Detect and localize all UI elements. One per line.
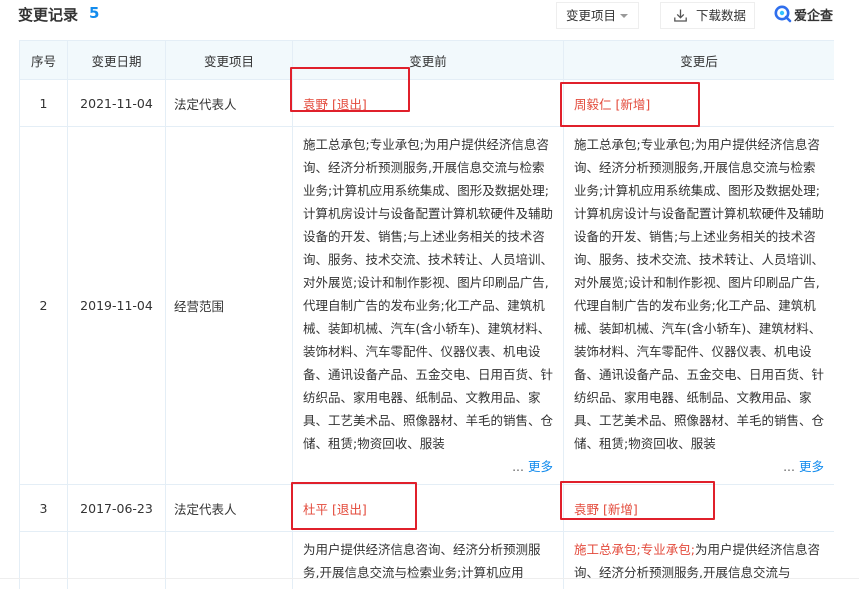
row-before-cell: 施工总承包;专业承包;为用户提供经济信息咨询、经济分析预测服务,开展信息交流与检… bbox=[292, 126, 564, 485]
change-item-filter[interactable]: 变更项目 bbox=[556, 2, 639, 29]
row-index: 2 bbox=[19, 126, 68, 485]
row-date: 2021-11-04 bbox=[67, 79, 166, 127]
download-data-button[interactable]: 下载数据 bbox=[660, 2, 755, 29]
row-date: 2017-06-23 bbox=[67, 484, 166, 532]
table-row: 1 2021-11-04 法定代表人 袁野 [退出] 周毅仁 [新增] bbox=[19, 79, 834, 127]
row-item: 法定代表人 bbox=[165, 79, 293, 127]
divider bbox=[0, 578, 859, 579]
annotation-box bbox=[291, 482, 417, 530]
table-row: 为用户提供经济信息咨询、经济分析预测服务,开展信息交流与检索业务;计算机应用 施… bbox=[19, 531, 834, 589]
row-after-cell: 施工总承包;专业承包;为用户提供经济信息咨询、经济分析预测服务,开展信息交流与 bbox=[563, 531, 834, 589]
row-after-cell: 施工总承包;专业承包;为用户提供经济信息咨询、经济分析预测服务,开展信息交流与检… bbox=[563, 126, 834, 485]
row-item bbox=[165, 531, 293, 589]
row-after-highlight: 施工总承包;专业承包; bbox=[574, 542, 695, 557]
table-row: 2 2019-11-04 经营范围 施工总承包;专业承包;为用户提供经济信息咨询… bbox=[19, 126, 834, 485]
chevron-down-icon bbox=[620, 14, 628, 18]
column-header-index: 序号 bbox=[19, 40, 68, 80]
annotation-box bbox=[560, 82, 700, 127]
row-before: 施工总承包;专业承包;为用户提供经济信息咨询、经济分析预测服务,开展信息交流与检… bbox=[303, 137, 553, 451]
row-index bbox=[19, 531, 68, 589]
more-ellipsis: ... bbox=[783, 459, 795, 474]
column-header-after: 变更后 bbox=[563, 40, 834, 80]
section-title: 变更记录 bbox=[18, 6, 79, 24]
column-header-item: 变更项目 bbox=[165, 40, 293, 80]
table-header-row: 序号 变更日期 变更项目 变更前 变更后 bbox=[19, 40, 834, 80]
row-index: 1 bbox=[19, 79, 68, 127]
brand-logo-icon bbox=[774, 5, 792, 23]
row-after: 施工总承包;专业承包;为用户提供经济信息咨询、经济分析预测服务,开展信息交流与检… bbox=[574, 137, 824, 451]
row-date: 2019-11-04 bbox=[67, 126, 166, 485]
row-item: 经营范围 bbox=[165, 126, 293, 485]
brand-text: 爱企查 bbox=[794, 9, 834, 24]
more-link[interactable]: 更多 bbox=[799, 459, 824, 474]
download-icon bbox=[674, 9, 687, 22]
download-label: 下载数据 bbox=[696, 8, 747, 23]
more-toggle[interactable]: ... 更多 bbox=[779, 455, 824, 478]
annotation-box bbox=[560, 481, 715, 520]
filter-label: 变更项目 bbox=[566, 8, 617, 23]
section-header: 变更记录 5 变更项目 下载数据 爱企查 bbox=[0, 0, 859, 32]
row-date bbox=[67, 531, 166, 589]
row-index: 3 bbox=[19, 484, 68, 532]
more-toggle[interactable]: ... 更多 bbox=[508, 455, 553, 478]
more-ellipsis: ... bbox=[512, 459, 524, 474]
more-link[interactable]: 更多 bbox=[528, 459, 553, 474]
row-item: 法定代表人 bbox=[165, 484, 293, 532]
column-header-date: 变更日期 bbox=[67, 40, 166, 80]
annotation-box bbox=[290, 67, 410, 112]
row-before-cell: 为用户提供经济信息咨询、经济分析预测服务,开展信息交流与检索业务;计算机应用 bbox=[292, 531, 564, 589]
record-count: 5 bbox=[89, 4, 100, 22]
